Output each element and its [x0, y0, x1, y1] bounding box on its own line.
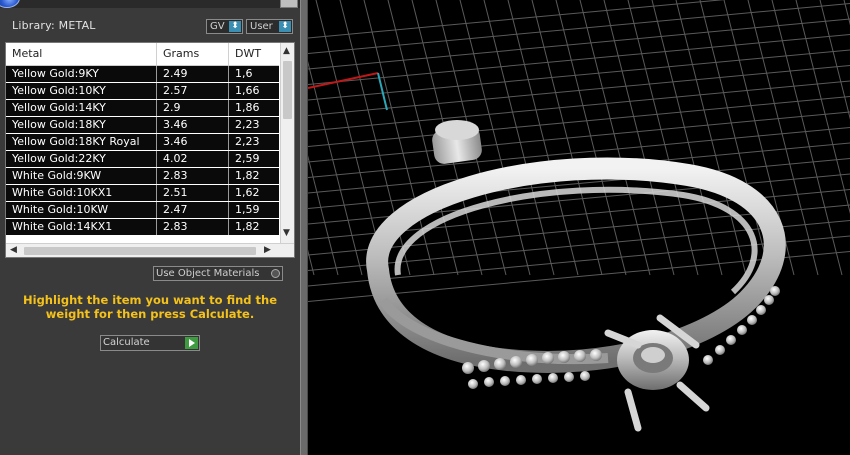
- cell-metal: White Gold:10KX1: [6, 185, 157, 201]
- gv-select-value: GV: [210, 21, 225, 32]
- library-label: Library: METAL: [12, 19, 96, 32]
- grid-line: [308, 111, 850, 163]
- table-row[interactable]: White Gold:14KX1 2.83 1,82: [6, 219, 279, 235]
- cell-metal: Yellow Gold:9KY: [6, 66, 157, 82]
- cell-grams: 2.51: [157, 185, 229, 201]
- dropdown-icon: ⬍: [229, 21, 241, 32]
- cell-grams: 2.83: [157, 168, 229, 184]
- x-axis-line: [308, 72, 379, 89]
- cell-metal: Yellow Gold:14KY: [6, 100, 157, 116]
- y-axis-line: [377, 72, 388, 111]
- cell-metal: White Gold:9KW: [6, 168, 157, 184]
- calculate-label: Calculate: [103, 337, 150, 348]
- table-row[interactable]: Yellow Gold:18KY Royal 3.46 2,23: [6, 134, 279, 150]
- grid-line: [308, 96, 850, 147]
- cell-grams: 2.47: [157, 202, 229, 218]
- table-row[interactable]: Yellow Gold:10KY 2.57 1,66: [6, 83, 279, 99]
- cell-grams: 3.46: [157, 134, 229, 150]
- grid-line: [308, 3, 850, 54]
- grid-line: [308, 60, 363, 276]
- column-header-dwt[interactable]: DWT: [229, 43, 279, 65]
- cell-metal: Yellow Gold:18KY Royal: [6, 134, 157, 150]
- column-header-grams[interactable]: Grams: [157, 43, 229, 65]
- user-select[interactable]: User ⬍: [246, 19, 293, 34]
- cell-grams: 3.46: [157, 117, 229, 133]
- cell-grams: 4.02: [157, 151, 229, 167]
- grid-line: [819, 0, 850, 120]
- play-icon: [185, 337, 198, 349]
- table-header: Metal Grams DWT: [6, 43, 279, 66]
- user-select-value: User: [250, 21, 273, 32]
- cell-dwt: 2,59: [235, 152, 260, 165]
- vertical-scrollbar[interactable]: ▲ ▼: [280, 43, 294, 243]
- cell-metal: Yellow Gold:10KY: [6, 83, 157, 99]
- cell-grams: 2.49: [157, 66, 229, 82]
- cell-dwt: 1,62: [235, 186, 260, 199]
- table-row[interactable]: White Gold:10KX1 2.51 1,62: [6, 185, 279, 201]
- scroll-up-icon[interactable]: ▲: [283, 46, 290, 56]
- cell-dwt: 1,59: [235, 203, 260, 216]
- 3d-viewport[interactable]: [308, 0, 850, 455]
- scroll-down-icon[interactable]: ▼: [283, 228, 290, 238]
- gv-select[interactable]: GV ⬍: [206, 19, 243, 34]
- grid-line: [308, 18, 850, 70]
- cell-dwt: 2,23: [235, 118, 260, 131]
- scroll-thumb[interactable]: [24, 247, 256, 255]
- metal-library-panel: Library: METAL GV ⬍ User ⬍ Metal Grams D…: [0, 0, 300, 455]
- cell-grams: 2.9: [157, 100, 229, 116]
- cell-metal: Yellow Gold:22KY: [6, 151, 157, 167]
- table-row[interactable]: Yellow Gold:9KY 2.49 1,6: [6, 66, 279, 82]
- table-row[interactable]: Yellow Gold:14KY 2.9 1,86: [6, 100, 279, 116]
- cell-metal: White Gold:14KX1: [6, 219, 157, 235]
- scroll-right-icon[interactable]: ▶: [264, 245, 271, 255]
- grid-line: [795, 0, 850, 215]
- column-header-metal[interactable]: Metal: [6, 43, 157, 65]
- cell-metal: Yellow Gold:18KY: [6, 117, 157, 133]
- cell-dwt: 1,86: [235, 101, 260, 114]
- dropdown-icon: ⬍: [279, 21, 291, 32]
- cell-dwt: 1,6: [235, 67, 253, 80]
- grid-line: [308, 249, 315, 276]
- grid-line: [308, 155, 339, 276]
- metal-table: Metal Grams DWT Yellow Gold:9KY 2.49 1,6 Ye…: [5, 42, 295, 258]
- table-row[interactable]: Yellow Gold:22KY 4.02 2,59: [6, 151, 279, 167]
- sprue-cap: [435, 120, 479, 140]
- grid-line: [843, 0, 850, 26]
- viewport-canvas: [308, 0, 850, 432]
- grid-line: [308, 34, 850, 85]
- cell-metal: White Gold:10KW: [6, 202, 157, 218]
- scroll-thumb[interactable]: [283, 61, 292, 119]
- cell-dwt: 1,66: [235, 84, 260, 97]
- cell-dwt: 2,23: [235, 135, 260, 148]
- grid-line: [308, 65, 850, 116]
- table-row[interactable]: White Gold:10KW 2.47 1,59: [6, 202, 279, 218]
- panel-splitter[interactable]: [300, 0, 308, 455]
- table-row[interactable]: Yellow Gold:18KY 3.46 2,23: [6, 117, 279, 133]
- use-object-materials-toggle[interactable]: Use Object Materials: [153, 266, 283, 281]
- close-icon[interactable]: [280, 0, 298, 8]
- cell-dwt: 1,82: [235, 169, 260, 182]
- instruction-text: Highlight the item you want to find the …: [23, 293, 277, 321]
- cell-grams: 2.57: [157, 83, 229, 99]
- use-object-materials-label: Use Object Materials: [156, 268, 260, 279]
- grid-line: [308, 49, 850, 101]
- horizontal-scrollbar[interactable]: ◀ ▶: [6, 243, 294, 257]
- table-row[interactable]: White Gold:9KW 2.83 1,82: [6, 168, 279, 184]
- radio-icon: [271, 269, 280, 278]
- panel-title-strip: [0, 0, 300, 8]
- scroll-left-icon[interactable]: ◀: [10, 245, 17, 255]
- cell-dwt: 1,82: [235, 220, 260, 233]
- calculate-button[interactable]: Calculate: [100, 335, 200, 351]
- cell-grams: 2.83: [157, 219, 229, 235]
